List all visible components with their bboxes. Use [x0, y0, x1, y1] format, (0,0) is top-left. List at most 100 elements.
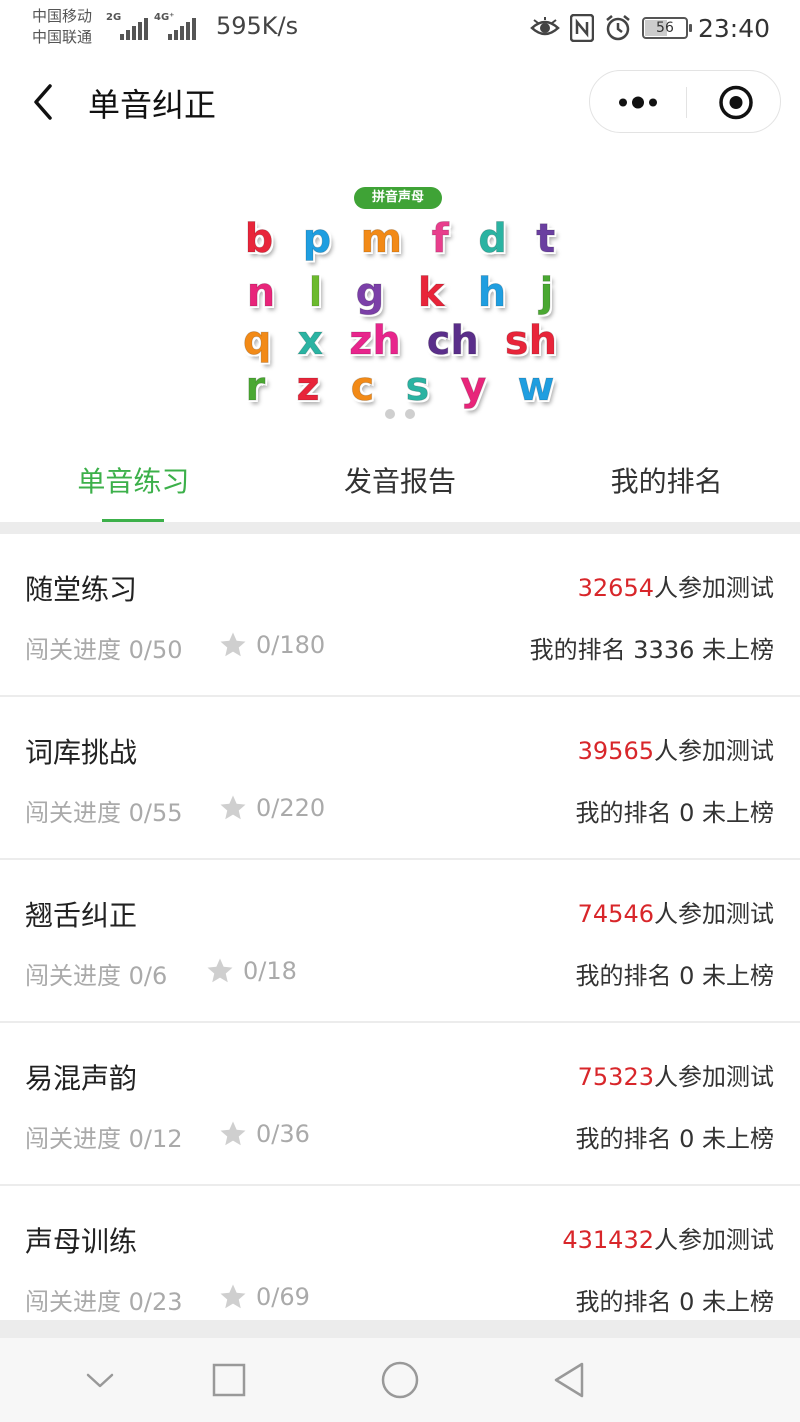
participant-suffix: 人参加测试	[654, 900, 774, 928]
banner-row-1: bpmfdt	[230, 216, 570, 263]
my-rank: 我的排名 0 未上榜	[575, 1288, 774, 1316]
battery-level: 56	[656, 20, 674, 36]
participant-number: 32654	[577, 574, 654, 602]
square-icon[interactable]	[209, 1360, 249, 1400]
participant-number: 74546	[577, 900, 654, 928]
participant-number: 431432	[562, 1226, 654, 1254]
list-item[interactable]: 词库挑战 39565人参加测试 闯关进度 0/55 0/220 我的排名 0 未…	[0, 697, 800, 860]
eye-icon	[530, 17, 560, 36]
star-icon	[220, 795, 246, 820]
tab-label: 我的排名	[610, 465, 723, 498]
pinyin-letter-b: b	[244, 216, 274, 263]
carrier-2: 中国联通	[32, 28, 93, 46]
status-bar: 中国移动 中国联通 2G 4G⁺ 595K/s 56 23:40	[0, 0, 800, 56]
carousel-dot[interactable]	[385, 409, 395, 419]
participant-suffix: 人参加测试	[654, 574, 774, 602]
list-item[interactable]: 翘舌纠正 74546人参加测试 闯关进度 0/6 0/18 我的排名 0 未上榜	[0, 860, 800, 1023]
star-count: 0/69	[256, 1283, 310, 1311]
alarm-icon	[606, 15, 630, 41]
level-progress: 闯关进度 0/23	[25, 1288, 183, 1316]
circle-icon[interactable]	[380, 1360, 420, 1400]
tab-single-sound-practice[interactable]: 单音练习	[0, 440, 267, 522]
star-progress: 0/220	[218, 793, 325, 823]
pinyin-letter-zh: zh	[349, 318, 402, 365]
pinyin-letter-l: l	[308, 270, 323, 317]
more-dots-icon	[619, 96, 657, 109]
pinyin-letter-d: d	[478, 216, 508, 263]
pinyin-letter-h: h	[477, 270, 507, 317]
banner-row-3: q x zh ch sh	[230, 318, 570, 365]
star-progress: 0/36	[218, 1119, 310, 1149]
tab-my-ranking[interactable]: 我的排名	[533, 440, 800, 522]
chevron-down-icon[interactable]	[80, 1360, 120, 1400]
star-count: 0/220	[256, 794, 326, 822]
star-count: 0/18	[243, 957, 297, 985]
carrier-names: 中国移动 中国联通	[32, 6, 92, 48]
my-rank: 我的排名 0 未上榜	[575, 1125, 774, 1153]
status-icons: 56 23:40	[530, 12, 770, 44]
item-title: 词库挑战	[25, 736, 138, 769]
triangle-back-icon[interactable]	[550, 1360, 590, 1400]
star-progress: 0/180	[218, 630, 325, 660]
carousel-dot[interactable]	[405, 409, 415, 419]
pinyin-letter-g: g	[355, 270, 385, 317]
battery-icon: 56	[641, 17, 692, 39]
clock: 23:40	[697, 13, 770, 43]
list-item[interactable]: 随堂练习 32654人参加测试 闯关进度 0/50 0/180 我的排名 333…	[0, 534, 800, 697]
more-button[interactable]	[590, 71, 686, 134]
star-progress: 0/69	[218, 1282, 310, 1312]
banner-row-2: nlgkhj	[230, 270, 570, 317]
tab-label: 发音报告	[344, 465, 457, 498]
participant-count: 39565人参加测试	[578, 731, 774, 766]
my-rank: 我的排名 0 未上榜	[575, 799, 774, 827]
tab-bar: 单音练习 发音报告 我的排名	[0, 440, 800, 522]
miniprogram-capsule	[589, 70, 781, 133]
tab-label: 单音练习	[77, 465, 190, 498]
pinyin-letter-k: k	[417, 270, 445, 317]
pinyin-banner[interactable]: 拼音声母 bpmfdt nlgkhj q x zh ch sh rzcsyw	[230, 180, 570, 420]
level-progress: 闯关进度 0/12	[25, 1125, 183, 1153]
pinyin-letter-p: p	[302, 216, 332, 263]
navigation-bar: 单音纠正	[0, 56, 800, 148]
star-icon	[220, 1121, 246, 1146]
carrier-1: 中国移动	[32, 7, 93, 25]
pinyin-letter-t: t	[536, 216, 556, 263]
pinyin-letter-sh: sh	[504, 318, 558, 365]
carousel-dots	[230, 404, 570, 420]
participant-count: 75323人参加测试	[578, 1057, 774, 1092]
pinyin-letter-ch: ch	[426, 318, 479, 365]
network-speed: 595K/s	[216, 12, 299, 40]
close-button[interactable]	[687, 71, 781, 134]
level-progress: 闯关进度 0/6	[25, 962, 168, 990]
star-icon	[220, 1284, 246, 1309]
page-title: 单音纠正	[88, 86, 217, 124]
participant-count: 32654人参加测试	[578, 568, 774, 603]
pinyin-letter-j: j	[539, 270, 554, 317]
level-progress: 闯关进度 0/55	[25, 799, 183, 827]
star-count: 0/180	[256, 631, 326, 659]
chevron-left-icon[interactable]	[26, 78, 62, 126]
participant-suffix: 人参加测试	[654, 737, 774, 765]
banner-tag: 拼音声母	[354, 187, 442, 209]
pinyin-letter-m: m	[360, 216, 403, 263]
pinyin-letter-x: x	[297, 318, 324, 365]
tab-pronunciation-report[interactable]: 发音报告	[267, 440, 534, 522]
my-rank: 我的排名 0 未上榜	[575, 962, 774, 990]
nfc-icon	[569, 14, 594, 42]
target-close-icon	[719, 85, 753, 120]
star-icon	[220, 632, 246, 657]
star-count: 0/36	[256, 1120, 310, 1148]
level-progress: 闯关进度 0/50	[25, 636, 183, 664]
exercise-list: 随堂练习 32654人参加测试 闯关进度 0/50 0/180 我的排名 333…	[0, 534, 800, 1349]
section-divider	[0, 522, 800, 534]
item-title: 随堂练习	[25, 573, 138, 606]
participant-number: 39565	[577, 737, 654, 765]
item-title: 翘舌纠正	[25, 899, 138, 932]
participant-suffix: 人参加测试	[654, 1063, 774, 1091]
list-item[interactable]: 易混声韵 75323人参加测试 闯关进度 0/12 0/36 我的排名 0 未上…	[0, 1023, 800, 1186]
star-icon	[207, 958, 233, 983]
participant-count: 74546人参加测试	[578, 894, 774, 929]
pinyin-letter-q: q	[242, 318, 272, 365]
participant-suffix: 人参加测试	[654, 1226, 774, 1254]
participant-number: 75323	[577, 1063, 654, 1091]
